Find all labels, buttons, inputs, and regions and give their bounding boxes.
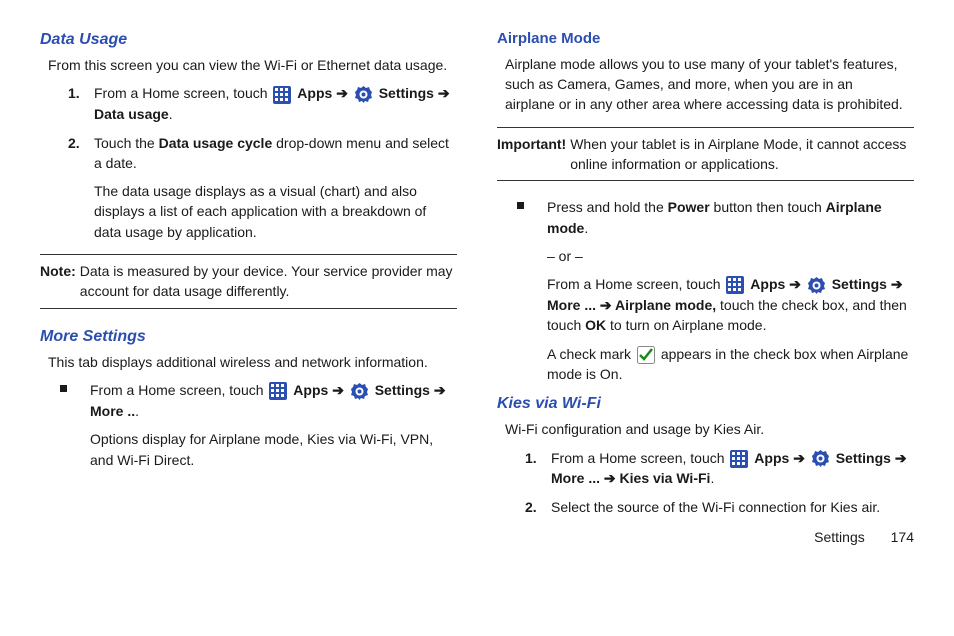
- or-text: – or –: [547, 246, 914, 266]
- settings-icon: [354, 85, 373, 104]
- airplane-intro: Airplane mode allows you to use many of …: [505, 54, 906, 115]
- page-footer: Settings 174: [497, 527, 914, 547]
- arrow-icon: ➔: [434, 382, 446, 398]
- bullet-icon: [517, 202, 524, 209]
- apps-label: Apps: [754, 450, 789, 466]
- settings-label: Settings: [379, 85, 434, 101]
- period: .: [710, 470, 714, 486]
- settings-icon: [811, 449, 830, 468]
- arrow-icon: ➔: [336, 85, 352, 101]
- step-text: Touch the: [94, 135, 159, 151]
- bullet-text: to turn on Airplane mode.: [606, 317, 766, 333]
- arrow-icon: ➔: [600, 470, 620, 486]
- step-text: From a Home screen, touch: [551, 450, 728, 466]
- settings-icon: [350, 382, 369, 401]
- bullet-text: Press and hold the: [547, 199, 668, 215]
- important-box: Important! When your tablet is in Airpla…: [497, 127, 914, 182]
- checkmark-icon: [637, 346, 655, 364]
- note-box: Note: Data is measured by your device. Y…: [40, 254, 457, 309]
- page-columns: Data Usage From this screen you can view…: [40, 28, 914, 547]
- bullet-text: From a Home screen, touch: [90, 382, 267, 398]
- heading-more-settings: More Settings: [40, 325, 457, 348]
- settings-label: Settings: [375, 382, 430, 398]
- arrow-icon: ➔: [891, 276, 903, 292]
- bullet-icon: [60, 385, 67, 392]
- apps-label: Apps: [297, 85, 332, 101]
- settings-label: Settings: [832, 276, 887, 292]
- cycle-label: Data usage cycle: [159, 135, 273, 151]
- step-number: 2.: [68, 133, 80, 153]
- arrow-icon: ➔: [332, 382, 348, 398]
- power-label: Power: [668, 199, 710, 215]
- more-label: More ...: [551, 470, 600, 486]
- step-1: 1. From a Home screen, touch Apps ➔ Sett…: [68, 83, 457, 124]
- note-body: Data is measured by your device. Your se…: [80, 261, 457, 302]
- kies-steps: 1. From a Home screen, touch Apps ➔ Sett…: [525, 448, 914, 517]
- more-settings-intro: This tab displays additional wireless an…: [48, 352, 449, 372]
- bullet-item: Press and hold the Power button then tou…: [517, 197, 914, 384]
- footer-page-number: 174: [891, 529, 914, 545]
- step-number: 2.: [525, 497, 537, 517]
- period: .: [584, 220, 588, 236]
- apps-icon: [273, 86, 291, 104]
- bullet-para: From a Home screen, touch Apps ➔ Setting…: [547, 274, 914, 335]
- airplane-mode-label: Airplane mode,: [615, 297, 716, 313]
- right-column: Airplane Mode Airplane mode allows you t…: [497, 28, 914, 547]
- arrow-icon: ➔: [596, 297, 615, 313]
- important-body: When your tablet is in Airplane Mode, it…: [570, 134, 914, 175]
- arrow-icon: ➔: [895, 450, 907, 466]
- data-usage-label: Data usage: [94, 106, 169, 122]
- more-label: More ..: [90, 403, 135, 419]
- settings-label: Settings: [836, 450, 891, 466]
- step-number: 1.: [68, 83, 80, 103]
- period: .: [135, 403, 139, 419]
- arrow-icon: ➔: [793, 450, 809, 466]
- footer-section: Settings: [814, 529, 865, 545]
- bullet-text: From a Home screen, touch: [547, 276, 724, 292]
- airplane-bullets: Press and hold the Power button then tou…: [517, 197, 914, 384]
- period: .: [169, 106, 173, 122]
- more-label: More ...: [547, 297, 596, 313]
- arrow-icon: ➔: [438, 85, 450, 101]
- apps-label: Apps: [750, 276, 785, 292]
- heading-kies: Kies via Wi-Fi: [497, 392, 914, 415]
- step-2: 2. Select the source of the Wi-Fi connec…: [525, 497, 914, 517]
- step-text: Select the source of the Wi-Fi connectio…: [551, 499, 880, 515]
- bullet-para: A check mark appears in the check box wh…: [547, 344, 914, 385]
- arrow-icon: ➔: [789, 276, 805, 292]
- apps-icon: [730, 450, 748, 468]
- heading-data-usage: Data Usage: [40, 28, 457, 51]
- bullet-text: button then touch: [710, 199, 826, 215]
- settings-icon: [807, 276, 826, 295]
- step-2: 2. Touch the Data usage cycle drop-down …: [68, 133, 457, 242]
- apps-icon: [269, 382, 287, 400]
- apps-label: Apps: [293, 382, 328, 398]
- bullet-para: Options display for Airplane mode, Kies …: [90, 429, 457, 470]
- ok-label: OK: [585, 317, 606, 333]
- more-settings-bullets: From a Home screen, touch Apps ➔ Setting…: [60, 380, 457, 470]
- important-label: Important!: [497, 134, 570, 175]
- bullet-text: A check mark: [547, 346, 635, 362]
- kies-intro: Wi-Fi configuration and usage by Kies Ai…: [505, 419, 906, 439]
- step-number: 1.: [525, 448, 537, 468]
- kies-label: Kies via Wi-Fi: [620, 470, 711, 486]
- data-usage-steps: 1. From a Home screen, touch Apps ➔ Sett…: [68, 83, 457, 242]
- left-column: Data Usage From this screen you can view…: [40, 28, 457, 547]
- note-label: Note:: [40, 261, 80, 302]
- step-1: 1. From a Home screen, touch Apps ➔ Sett…: [525, 448, 914, 489]
- heading-airplane: Airplane Mode: [497, 28, 914, 50]
- step-text: From a Home screen, touch: [94, 85, 271, 101]
- bullet-item: From a Home screen, touch Apps ➔ Setting…: [60, 380, 457, 470]
- apps-icon: [726, 276, 744, 294]
- step-2-para: The data usage displays as a visual (cha…: [94, 181, 457, 242]
- data-usage-intro: From this screen you can view the Wi-Fi …: [48, 55, 449, 75]
